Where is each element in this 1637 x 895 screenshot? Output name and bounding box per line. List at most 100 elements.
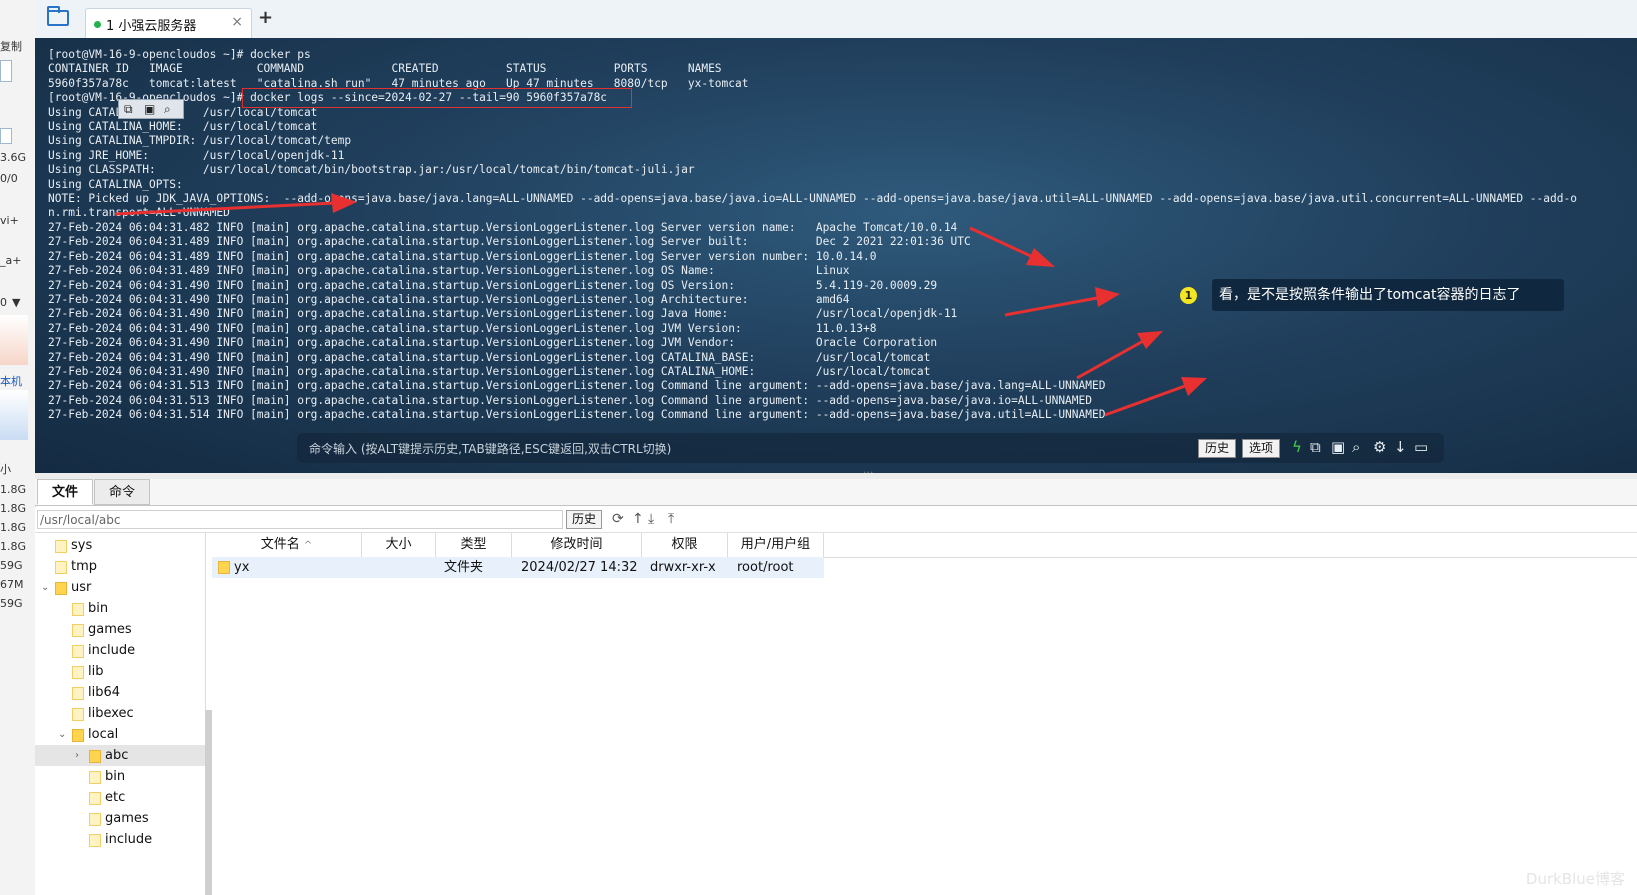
chevron-right-icon[interactable]: ›: [75, 745, 79, 766]
red-arrow-5: [1104, 377, 1207, 417]
tree-item-label: games: [105, 811, 149, 826]
path-input[interactable]: [37, 510, 563, 529]
maximize-icon[interactable]: ▭: [1414, 438, 1428, 456]
side-label-vi: vi+: [0, 214, 19, 227]
tree-item[interactable]: bin: [35, 766, 205, 787]
side-label-a: _a+: [0, 254, 22, 267]
side-input-2[interactable]: [0, 128, 12, 144]
splitter-grip-icon[interactable]: ···: [863, 466, 874, 479]
cell-permissions: drwxr-xr-x: [650, 560, 716, 575]
sort-ascending-icon: ^: [303, 540, 313, 551]
watermark-text: DurkBlue博客: [1525, 870, 1625, 888]
tree-item-label: include: [88, 643, 136, 658]
upload-icon[interactable]: ⤒: [668, 510, 674, 528]
side-label-small: 小: [0, 463, 11, 476]
session-tab-bar: 1 小强云服务器 × +: [35, 0, 1637, 39]
side-label-copy[interactable]: 复制: [0, 38, 22, 54]
tree-scrollbar[interactable]: [205, 710, 212, 895]
copy-icon[interactable]: ⧉: [1310, 438, 1321, 456]
side-dropdown-icon[interactable]: ▼: [12, 296, 20, 309]
parent-directory-icon[interactable]: ↑: [632, 510, 644, 528]
column-name-label: 文件名: [260, 537, 300, 552]
cell-modified: 2024/02/27 14:32: [521, 560, 638, 575]
folder-icon: [89, 813, 101, 826]
column-header-type[interactable]: 类型: [436, 533, 512, 557]
tree-item[interactable]: sys: [35, 535, 205, 556]
side-size-3: 1.8G: [0, 521, 27, 534]
close-tab-icon[interactable]: ×: [231, 14, 243, 30]
tab-commands[interactable]: 命令: [94, 479, 150, 505]
tree-item[interactable]: libexec: [35, 703, 205, 724]
tree-item[interactable]: etc: [35, 787, 205, 808]
side-label-disk: 3.6G: [0, 151, 27, 164]
side-input[interactable]: [0, 60, 12, 82]
column-header-permissions[interactable]: 权限: [642, 533, 728, 557]
history-button[interactable]: 历史: [1198, 439, 1237, 458]
folder-icon: [72, 645, 84, 658]
arrow-down-icon[interactable]: ↓: [1394, 438, 1407, 456]
side-mini-chart: [0, 315, 28, 365]
red-arrow-4: [1076, 331, 1163, 380]
paste-icon[interactable]: ▣: [1331, 438, 1345, 456]
tab-files[interactable]: 文件: [37, 479, 93, 505]
tree-item[interactable]: bin: [35, 598, 205, 619]
side-size-2: 1.8G: [0, 502, 27, 515]
side-size-5: 59G: [0, 559, 23, 572]
search-icon[interactable]: ⌕: [1352, 438, 1360, 456]
folder-icon: [55, 582, 67, 595]
tree-item[interactable]: lib: [35, 661, 205, 682]
red-arrow-1: [114, 193, 357, 216]
side-size-6: 67M: [0, 578, 24, 591]
terminal-panel[interactable]: [root@VM-16-9-opencloudos ~]# docker ps C…: [35, 38, 1637, 473]
side-mini-chart-2: [0, 390, 28, 440]
refresh-icon[interactable]: ⟳: [612, 510, 624, 528]
tree-item-label: sys: [71, 538, 93, 553]
lightning-icon[interactable]: ϟ: [1292, 438, 1302, 456]
side-label-zero[interactable]: 0: [0, 296, 7, 309]
tree-item[interactable]: ⌄ local: [35, 724, 205, 745]
annotation-text: 看，是不是按照条件输出了tomcat容器的日志了: [1212, 279, 1564, 311]
directory-tree: sys tmp ⌄ usr bin games include lib lib64 libexec…: [35, 533, 206, 895]
folder-icon: [89, 771, 101, 784]
column-header-modified[interactable]: 修改时间: [512, 533, 642, 557]
folder-icon: [72, 666, 84, 679]
chevron-down-icon[interactable]: ⌄: [58, 724, 66, 745]
open-folder-icon[interactable]: [47, 6, 69, 26]
session-tab[interactable]: 1 小强云服务器 ×: [85, 8, 252, 38]
tree-item[interactable]: ⌄ usr: [35, 577, 205, 598]
tree-item[interactable]: › abc: [35, 745, 205, 766]
side-label-local[interactable]: 本机: [0, 373, 22, 389]
path-history-button[interactable]: 历史: [566, 510, 603, 529]
side-label-ratio: 0/0: [0, 172, 18, 185]
chevron-down-icon[interactable]: ⌄: [41, 577, 49, 598]
tree-item[interactable]: lib64: [35, 682, 205, 703]
tree-item-label: include: [105, 832, 153, 847]
folder-icon: [55, 561, 67, 574]
session-tab-title: 1 小强云服务器: [106, 19, 197, 34]
folder-icon: [72, 624, 84, 637]
file-table: 文件名 ^ 大小 类型 修改时间 权限 用户/用户组 yx 文件夹 2024/0…: [212, 533, 1637, 895]
command-input[interactable]: [307, 437, 1191, 461]
annotation-arrows: [114, 193, 1207, 417]
tree-item[interactable]: games: [35, 808, 205, 829]
table-row[interactable]: yx 文件夹 2024/02/27 14:32 drwxr-xr-x root/…: [212, 557, 824, 578]
tree-item-label: local: [88, 727, 119, 742]
column-header-owner[interactable]: 用户/用户组: [728, 533, 824, 557]
tree-item-label: abc: [105, 748, 129, 763]
folder-icon: [72, 687, 84, 700]
tree-item[interactable]: include: [35, 829, 205, 850]
tree-item[interactable]: include: [35, 640, 205, 661]
side-size-1: 1.8G: [0, 483, 27, 496]
connection-status-dot: [94, 21, 101, 28]
tree-item-label: tmp: [71, 559, 98, 574]
side-size-4: 1.8G: [0, 540, 27, 553]
column-header-size[interactable]: 大小: [362, 533, 436, 557]
gear-icon[interactable]: ⚙: [1373, 438, 1386, 456]
column-header-name[interactable]: 文件名 ^: [212, 533, 362, 557]
options-button[interactable]: 选项: [1242, 439, 1281, 458]
download-icon[interactable]: ⤓: [648, 510, 654, 528]
tree-item[interactable]: tmp: [35, 556, 205, 577]
tree-item[interactable]: games: [35, 619, 205, 640]
add-tab-icon[interactable]: +: [258, 7, 273, 28]
folder-icon: [72, 708, 84, 721]
